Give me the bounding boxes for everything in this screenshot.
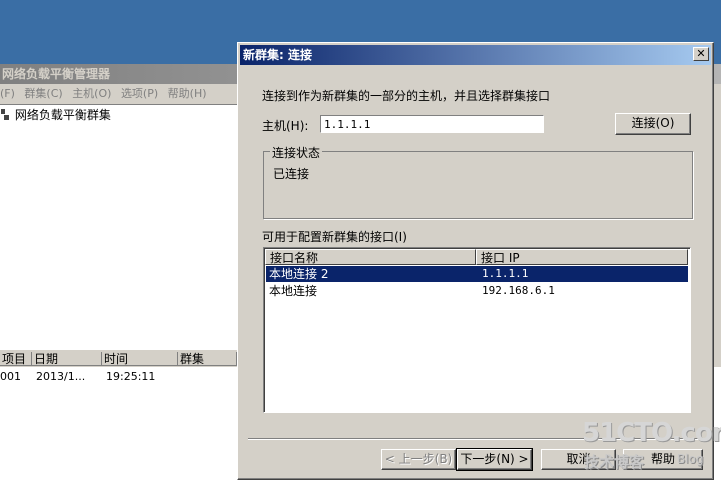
interfaces-list[interactable]: 接口名称 接口 IP 本地连接 2 1.1.1.1 本地连接 192.168.6… bbox=[263, 247, 691, 413]
log-cell-date: 2013/1... bbox=[36, 370, 86, 383]
column-interface-ip[interactable]: 接口 IP bbox=[476, 249, 688, 265]
new-cluster-connect-dialog: 新群集: 连接 ✕ 连接到作为新群集的一部分的主机，并且选择群集接口 主机(H)… bbox=[237, 42, 714, 480]
cluster-icon bbox=[0, 109, 11, 121]
close-button[interactable]: ✕ bbox=[693, 47, 709, 61]
log-col-time[interactable]: 时间 bbox=[102, 352, 178, 366]
dialog-titlebar[interactable]: 新群集: 连接 ✕ bbox=[240, 45, 711, 65]
help-button[interactable]: 帮助 bbox=[623, 449, 703, 470]
connection-status-title: 连接状态 bbox=[270, 144, 323, 161]
connect-button[interactable]: 连接(O) bbox=[615, 113, 691, 135]
menu-options[interactable]: 选项(P) bbox=[121, 87, 158, 100]
nlb-manager-menubar: (F) 群集(C) 主机(O) 选项(P) 帮助(H) bbox=[0, 85, 213, 103]
interface-row[interactable]: 本地连接 2 1.1.1.1 bbox=[266, 266, 688, 282]
menu-file[interactable]: (F) bbox=[0, 87, 15, 100]
back-button[interactable]: < 上一步(B) bbox=[381, 449, 456, 470]
cancel-button[interactable]: 取消 bbox=[541, 449, 616, 470]
menu-help[interactable]: 帮助(H) bbox=[168, 87, 207, 100]
menu-host[interactable]: 主机(O) bbox=[72, 87, 111, 100]
interface-row[interactable]: 本地连接 192.168.6.1 bbox=[266, 283, 688, 299]
log-cell-time: 19:25:11 bbox=[106, 370, 156, 383]
column-interface-name[interactable]: 接口名称 bbox=[265, 249, 476, 265]
next-button[interactable]: 下一步(N) > bbox=[456, 448, 533, 471]
log-col-item[interactable]: 项目 bbox=[0, 352, 32, 366]
log-col-cluster[interactable]: 群集 bbox=[178, 352, 237, 366]
menu-cluster[interactable]: 群集(C) bbox=[24, 87, 62, 100]
interface-ip: 1.1.1.1 bbox=[482, 267, 529, 280]
log-cell-item: 001 bbox=[0, 370, 21, 383]
tree-item-nlb-clusters[interactable]: 网络负载平衡群集 bbox=[0, 107, 111, 123]
host-input[interactable] bbox=[320, 115, 544, 133]
host-label: 主机(H): bbox=[262, 119, 309, 133]
button-separator bbox=[248, 438, 703, 440]
connection-status-group: 连接状态 已连接 bbox=[263, 144, 693, 219]
interface-name: 本地连接 2 bbox=[269, 267, 329, 281]
close-icon: ✕ bbox=[696, 47, 706, 60]
tree-item-label: 网络负载平衡群集 bbox=[14, 108, 111, 122]
interface-ip: 192.168.6.1 bbox=[482, 284, 555, 297]
dialog-title: 新群集: 连接 bbox=[243, 48, 312, 62]
log-col-date[interactable]: 日期 bbox=[32, 352, 102, 366]
interfaces-label: 可用于配置新群集的接口(I) bbox=[262, 230, 407, 244]
connection-status-value: 已连接 bbox=[273, 167, 310, 181]
instruction-text: 连接到作为新群集的一部分的主机，并且选择群集接口 bbox=[262, 89, 551, 103]
interface-name: 本地连接 bbox=[269, 284, 318, 298]
